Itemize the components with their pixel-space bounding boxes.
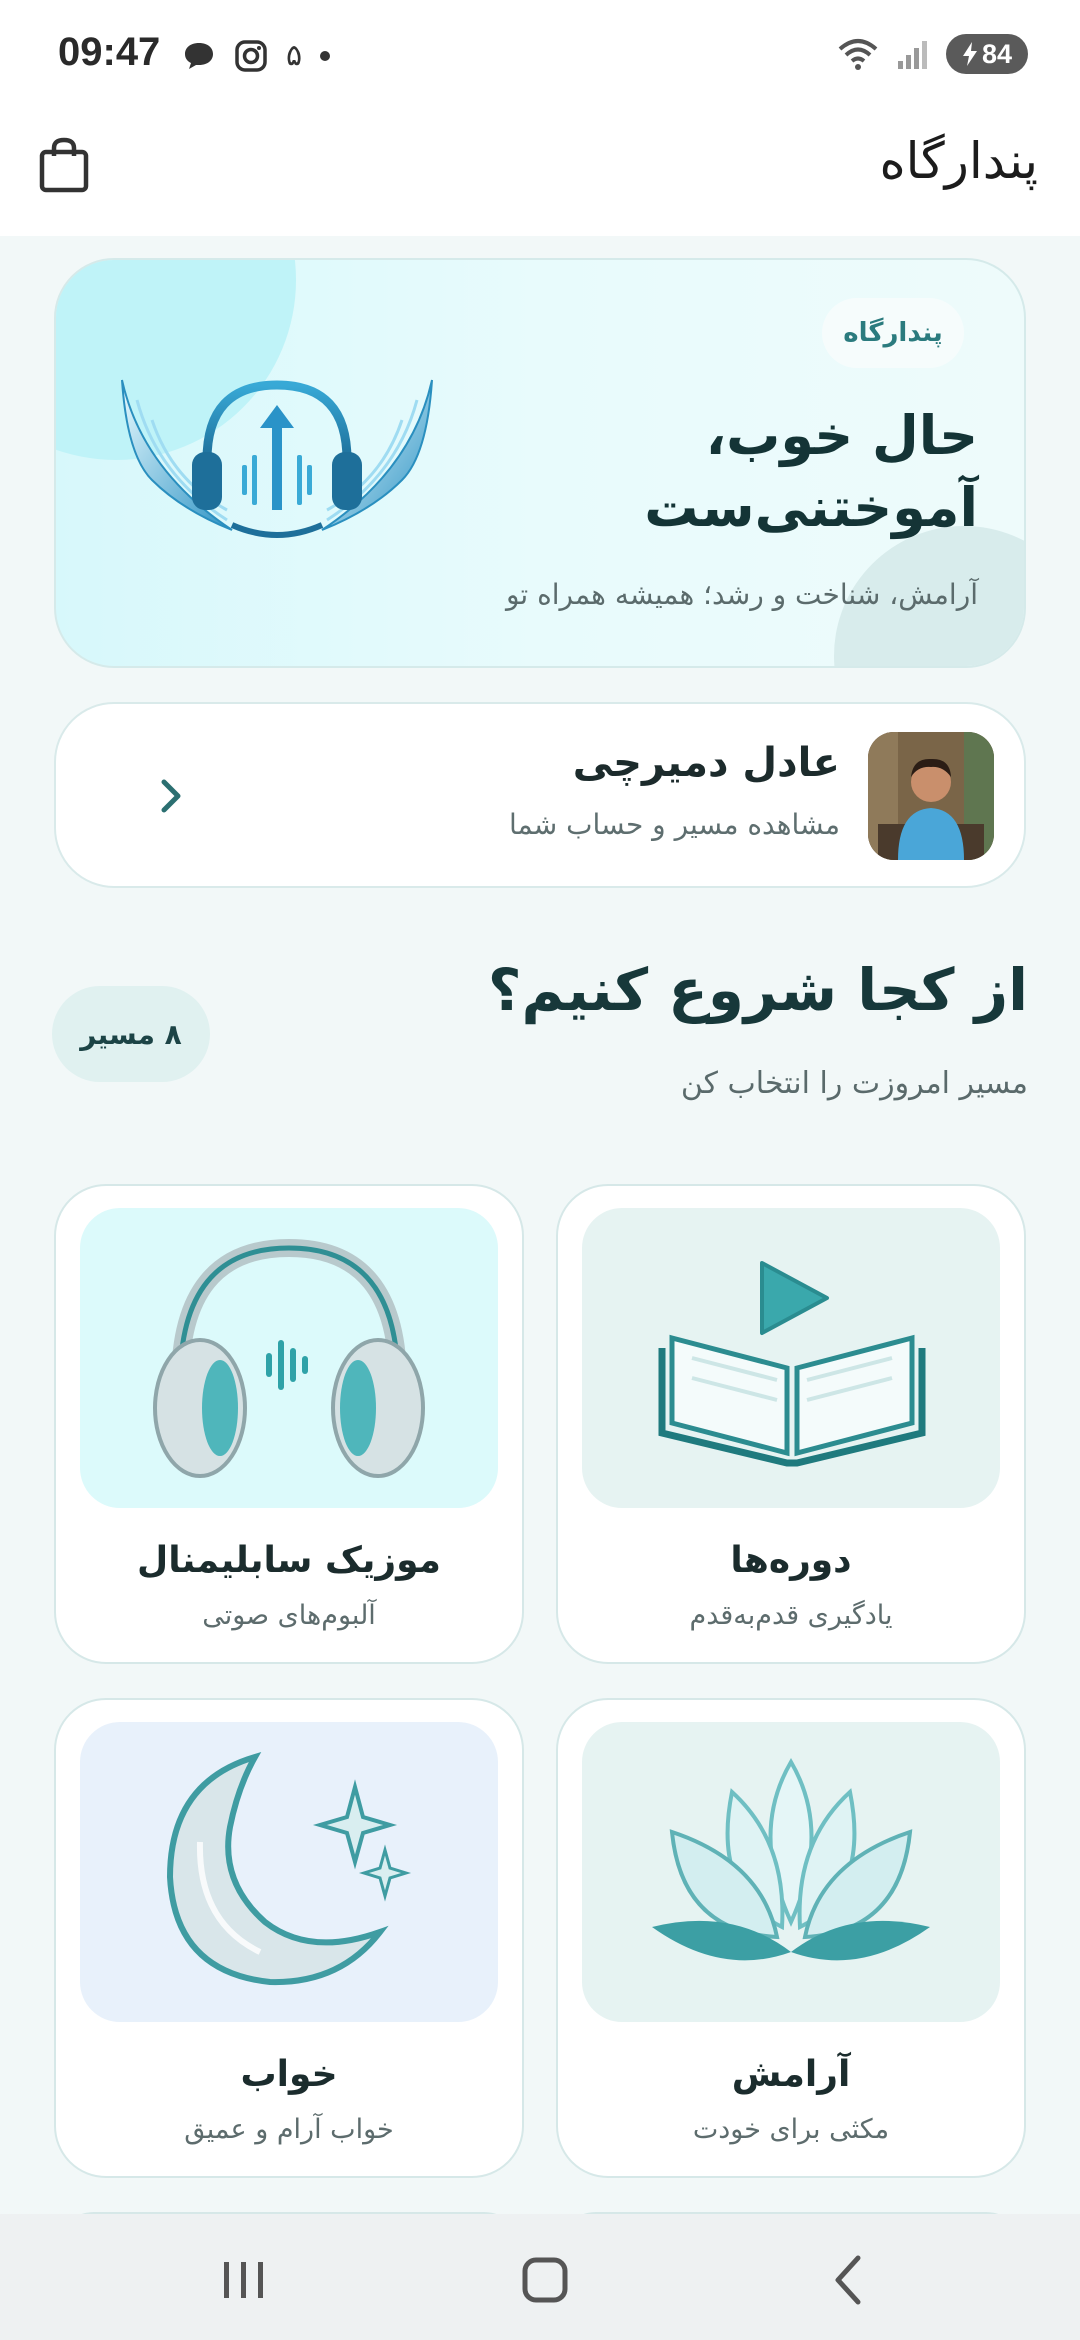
status-time: 09:47 bbox=[58, 30, 161, 74]
signal-icon bbox=[898, 41, 927, 69]
category-tile bbox=[80, 1208, 498, 1508]
battery-level: 84 bbox=[981, 38, 1013, 69]
routes-count-badge: ۸ مسیر bbox=[52, 986, 210, 1082]
app-header: پندارگاه bbox=[0, 110, 1080, 236]
dot-icon bbox=[320, 50, 331, 61]
back-icon[interactable] bbox=[820, 2252, 880, 2308]
app-title: پندارگاه bbox=[879, 132, 1038, 190]
category-tile bbox=[80, 1722, 498, 2022]
winged-headphones-logo bbox=[121, 379, 433, 538]
hero-title-line2: آموختنی‌ست bbox=[644, 476, 978, 539]
system-nav-bar bbox=[0, 2214, 1080, 2340]
status-icons-left: ۵ bbox=[182, 38, 331, 73]
notification-count: ۵ bbox=[286, 38, 303, 73]
category-desc: خواب آرام و عمیق bbox=[184, 2114, 394, 2145]
category-label: موزیک سابلیمنال bbox=[137, 1540, 441, 1581]
chevron-right-icon[interactable] bbox=[156, 776, 186, 816]
category-label: آرامش bbox=[731, 2054, 851, 2095]
section-subtitle: مسیر امروزت را انتخاب کن bbox=[680, 1066, 1028, 1101]
shopping-bag-icon[interactable] bbox=[36, 136, 92, 196]
hero-chip: پندارگاه bbox=[822, 298, 964, 368]
home-icon[interactable] bbox=[515, 2252, 575, 2308]
chat-icon bbox=[185, 42, 213, 69]
hero-title: حال خوب، آموختنی‌ست bbox=[558, 400, 978, 544]
category-card-courses[interactable]: دوره‌ها یادگیری قدم‌به‌قدم bbox=[556, 1184, 1026, 1664]
open-book-play-icon bbox=[658, 1261, 926, 1467]
category-desc: مکثی برای خودت bbox=[692, 2114, 890, 2145]
category-label: خواب bbox=[240, 2054, 338, 2095]
category-desc: آلبوم‌های صوتی bbox=[202, 1600, 376, 1631]
moon-stars-icon bbox=[166, 1752, 412, 1986]
status-icons-right: 84 bbox=[836, 34, 1028, 74]
category-card-sleep[interactable]: خواب خواب آرام و عمیق bbox=[54, 1698, 524, 2178]
profile-card[interactable]: عادل دمیرچی مشاهده مسیر و حساب شما bbox=[54, 702, 1026, 888]
battery-indicator: 84 bbox=[946, 34, 1028, 74]
category-card-subliminal-music[interactable]: موزیک سابلیمنال آلبوم‌های صوتی bbox=[54, 1184, 524, 1664]
category-card-calm[interactable]: آرامش مکثی برای خودت bbox=[556, 1698, 1026, 2178]
category-tile bbox=[582, 1722, 1000, 2022]
headphones-icon bbox=[153, 1238, 425, 1478]
status-bar: 09:47 ۵ 84 bbox=[0, 0, 1080, 110]
category-label: دوره‌ها bbox=[730, 1540, 852, 1581]
avatar bbox=[868, 732, 994, 860]
section-title: از کجا شروع کنیم؟ bbox=[487, 956, 1028, 1024]
profile-subtitle: مشاهده مسیر و حساب شما bbox=[509, 808, 840, 841]
instagram-icon bbox=[235, 39, 267, 72]
lotus-icon bbox=[652, 1758, 930, 1961]
battery-charging-icon bbox=[962, 42, 977, 66]
profile-name: عادل دمیرچی bbox=[572, 740, 840, 786]
hero-banner: پندارگاه حال خوب، آموختنی‌ست آرامش، شناخ… bbox=[54, 258, 1026, 668]
wifi-icon bbox=[838, 39, 878, 70]
recents-icon[interactable] bbox=[214, 2252, 274, 2308]
hero-title-line1: حال خوب، bbox=[705, 404, 978, 467]
category-tile bbox=[582, 1208, 1000, 1508]
category-desc: یادگیری قدم‌به‌قدم bbox=[689, 1600, 893, 1631]
hero-subtitle: آرامش، شناخت و رشد؛ همیشه همراه تو bbox=[505, 578, 978, 611]
